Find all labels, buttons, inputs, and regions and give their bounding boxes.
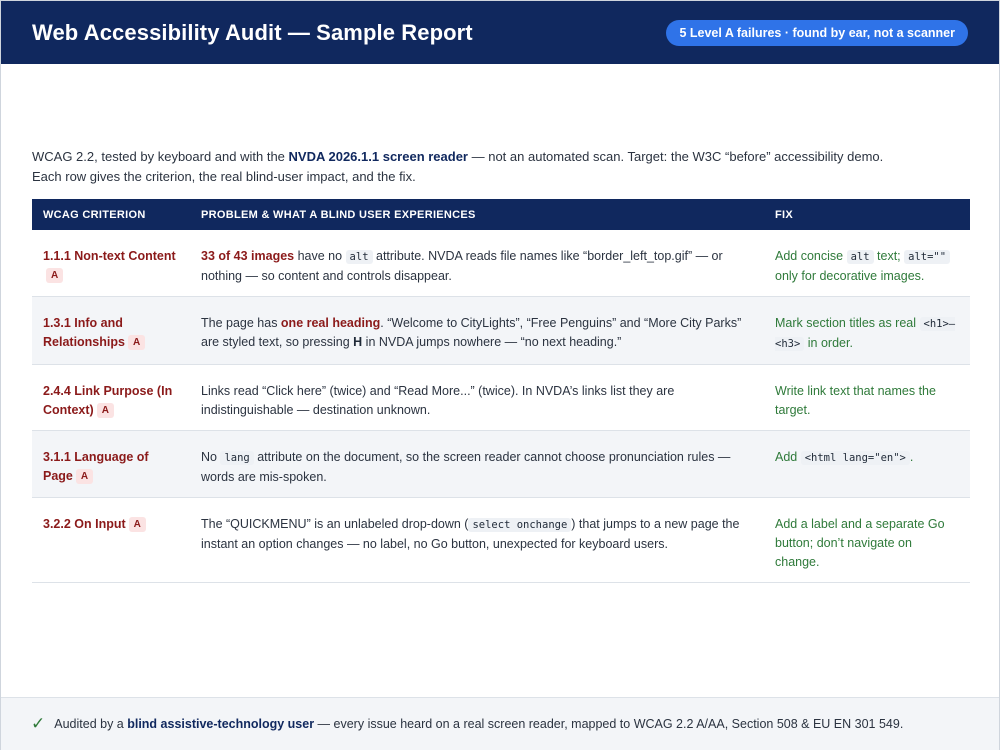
fix-cell: Mark section titles as real <h1>–<h3> in… — [764, 296, 970, 365]
audit-table: WCAG criterion Problem & what a blind us… — [32, 199, 970, 583]
problem-cell: The page has one real heading. “Welcome … — [190, 296, 764, 365]
table-row: 2.4.4 Link Purpose (In Context) A Links r… — [32, 364, 970, 431]
column-header-criterion: WCAG criterion — [32, 199, 190, 230]
report-header: Web Accessibility Audit — Sample Report … — [1, 1, 999, 64]
problem-cell: Links read “Click here” (twice) and “Rea… — [190, 364, 764, 431]
intro-line-1: WCAG 2.2, tested by keyboard and with th… — [32, 149, 884, 164]
intro-text: WCAG 2.2, tested by keyboard and with th… — [32, 147, 972, 187]
column-header-fix: Fix — [764, 199, 970, 230]
criterion-cell: 2.4.4 Link Purpose (In Context) A — [32, 364, 190, 431]
table-row: 3.2.2 On Input A The “QUICKMENU” is an un… — [32, 497, 970, 583]
table-row: 1.3.1 Info and Relationships A The page h… — [32, 296, 970, 365]
criterion-cell: 1.1.1 Non-text ContentA — [32, 230, 190, 297]
fix-cell: Write link text that names the target. — [764, 364, 970, 431]
table-header-row: WCAG criterion Problem & what a blind us… — [32, 199, 970, 230]
intro-line-2: Each row gives the criterion, the real b… — [32, 169, 416, 184]
page-title: Web Accessibility Audit — Sample Report — [32, 19, 473, 45]
criterion-cell: 3.2.2 On Input A — [32, 497, 190, 583]
problem-cell: No lang attribute on the document, so th… — [190, 430, 764, 498]
fix-cell: Add a label and a separate Go button; do… — [764, 497, 970, 583]
screen-reader-name: NVDA 2026.1.1 screen reader — [288, 149, 468, 164]
table-row: 3.1.1 Language of Page A No lang attribut… — [32, 430, 970, 498]
criterion-cell: 1.3.1 Info and Relationships A — [32, 296, 190, 365]
failures-summary-badge: 5 Level A failures · found by ear, not a… — [666, 19, 968, 46]
problem-cell: 33 of 43 images have no alt attribute. N… — [190, 230, 764, 297]
checkmark-icon: ✓ — [31, 714, 46, 733]
level-a-badge: A — [75, 469, 94, 484]
footer-text: Audited by a blind assistive-technology … — [54, 717, 904, 731]
fix-cell: Add concise alt text; alt="" only for de… — [764, 230, 970, 297]
table-row: 1.1.1 Non-text ContentA 33 of 43 images … — [32, 230, 970, 297]
column-header-problem: Problem & what a blind user experiences — [190, 199, 764, 230]
fix-cell: Add <html lang="en">. — [764, 430, 970, 498]
problem-cell: The “QUICKMENU” is an unlabeled drop-dow… — [190, 497, 764, 583]
level-a-badge: A — [127, 335, 146, 350]
criterion-cell: 3.1.1 Language of Page A — [32, 430, 190, 498]
audit-footer: ✓ Audited by a blind assistive-technolog… — [1, 697, 999, 750]
level-a-badge: A — [128, 517, 146, 532]
level-a-badge: A — [46, 268, 64, 283]
level-a-badge: A — [96, 403, 114, 418]
